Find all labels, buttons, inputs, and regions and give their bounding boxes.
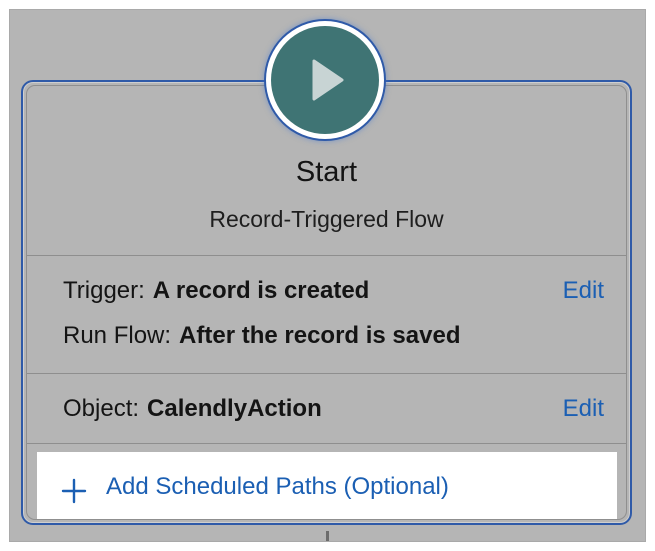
add-scheduled-paths-label: Add Scheduled Paths (Optional) [106, 473, 449, 500]
flow-canvas: Start Record-Triggered Flow Trigger: A re… [9, 9, 646, 542]
object-row: Object: CalendlyAction [63, 395, 322, 423]
run-flow-value: After the record is saved [179, 322, 461, 349]
start-node-title: Start [295, 156, 358, 188]
flow-connector-line [326, 531, 329, 541]
run-flow-label: Run Flow: [63, 322, 172, 349]
object-value: CalendlyAction [147, 395, 322, 422]
play-icon [312, 59, 344, 101]
start-node-icon[interactable] [266, 21, 384, 139]
trigger-row: Trigger: A record is created [63, 277, 369, 305]
add-scheduled-paths-button[interactable]: Add Scheduled Paths (Optional) [37, 452, 617, 519]
section-divider [27, 255, 626, 256]
start-node-card[interactable]: Start Record-Triggered Flow Trigger: A re… [26, 85, 627, 520]
plus-icon [61, 478, 87, 504]
trigger-label: Trigger: [63, 277, 145, 304]
start-node-circle [271, 26, 379, 134]
object-label: Object: [63, 395, 140, 422]
trigger-value: A record is created [152, 277, 370, 304]
run-flow-row: Run Flow: After the record is saved [63, 322, 460, 350]
section-divider [27, 373, 626, 374]
section-divider [27, 443, 626, 444]
edit-object-link[interactable]: Edit [563, 395, 604, 423]
edit-trigger-link[interactable]: Edit [563, 277, 604, 305]
start-node-subtitle: Record-Triggered Flow [209, 206, 444, 232]
